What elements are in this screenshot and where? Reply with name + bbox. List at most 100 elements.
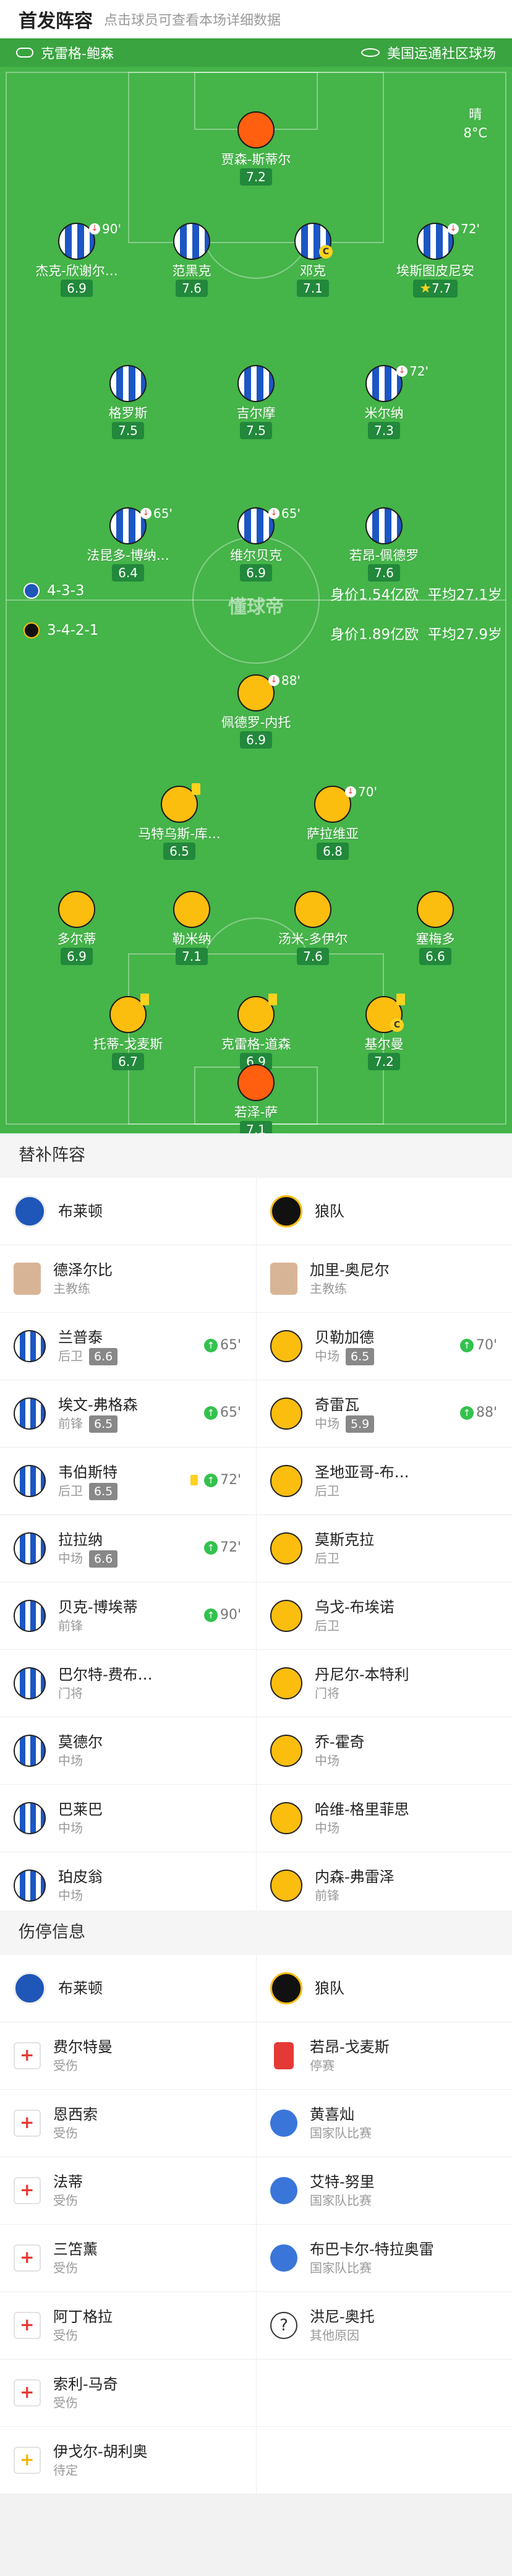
wolves-logo-icon	[270, 1195, 302, 1227]
player-name: 马特乌斯-库…	[138, 826, 221, 841]
player-kit: C	[294, 223, 333, 260]
team-name: 布莱顿	[58, 1980, 103, 1997]
jersey-icon	[14, 1330, 46, 1362]
subs-home-team[interactable]: 布莱顿	[0, 1178, 256, 1245]
player-away[interactable]: 若泽-萨 7.1	[188, 1064, 324, 1138]
player-home[interactable]: C 邓克 7.1	[245, 223, 381, 297]
player-away[interactable]: C 基尔曼 7.2	[316, 994, 452, 1070]
player-name: 洪尼-奥托	[310, 2308, 375, 2325]
player-away[interactable]: 勒米纳 7.1	[124, 891, 260, 965]
player-away[interactable]: 汤米-多伊尔 7.6	[245, 891, 381, 965]
injured-player[interactable]: 索利-马奇受伤	[0, 2359, 256, 2426]
sub-out-minute: 90'	[102, 221, 121, 236]
injured-player[interactable]: 伊戈尔-胡利奥待定	[0, 2427, 256, 2494]
injured-player[interactable]: 布巴卡尔-特拉奥雷 国家队比赛	[256, 2225, 512, 2291]
sub-player[interactable]: 乔-霍奇 中场	[256, 1717, 512, 1784]
injured-player[interactable]: 阿丁格拉受伤	[0, 2292, 256, 2359]
injuries-home-team[interactable]: 布莱顿	[0, 1955, 256, 2022]
jersey-icon	[237, 365, 275, 402]
sub-row: 埃文-弗格森 前锋 6.5 ↑ 65' 奇雷瓦 中场 5.9 ↑ 88'	[0, 1380, 512, 1448]
player-away[interactable]: ↓ 88' 佩德罗-内托 6.9	[188, 673, 324, 749]
mvp-star-icon: ★	[419, 281, 432, 296]
jersey-icon	[270, 1735, 302, 1767]
sub-player[interactable]: 拉拉纳 中场 6.6 ↑ 72'	[0, 1515, 256, 1582]
sub-player[interactable]: 贝克-博埃蒂 前锋 ↑ 90'	[0, 1582, 256, 1649]
sub-player[interactable]: 莫斯克拉 后卫	[256, 1515, 512, 1582]
sub-player[interactable]: 乌戈-布埃诺 后卫	[256, 1582, 512, 1649]
player-home[interactable]: ↓ 72' 米尔纳 7.3	[316, 364, 452, 439]
home-coach[interactable]: 德泽尔比 主教练	[0, 1245, 256, 1312]
sub-player[interactable]: 莫德尔 中场	[0, 1717, 256, 1784]
injured-player[interactable]: ? 洪尼-奥托 其他原因	[256, 2292, 512, 2359]
player-name: 韦伯斯特	[58, 1463, 117, 1481]
player-home[interactable]: ↓ 65' 维尔贝克 6.9	[188, 506, 324, 582]
sub-out-marker: ↓ 65'	[140, 506, 173, 521]
player-away[interactable]: 托蒂-戈麦斯 6.7	[60, 994, 196, 1070]
player-name: 布巴卡尔-特拉奥雷	[310, 2241, 434, 2258]
player-kit	[161, 783, 200, 823]
subs-away-team[interactable]: 狼队	[256, 1178, 512, 1245]
player-away[interactable]: 克雷格-道森 6.9	[188, 994, 324, 1070]
player-home[interactable]: 若昂-佩德罗 7.6	[316, 507, 452, 582]
sub-out-marker: ↓ 72'	[448, 221, 480, 236]
player-rating: 6.9	[246, 732, 266, 747]
player-kit	[294, 891, 331, 928]
sub-in-icon: ↑	[203, 1540, 218, 1555]
medical-icon	[14, 2312, 41, 2339]
away-coach[interactable]: 加里-奥尼尔 主教练	[256, 1245, 512, 1312]
medical-icon	[14, 2177, 41, 2204]
injured-player[interactable]: 黄喜灿 国家队比赛	[256, 2090, 512, 2157]
sub-player[interactable]: 巴尔特-费布… 门将	[0, 1650, 256, 1717]
sub-player[interactable]: 丹尼尔-本特利 门将	[256, 1650, 512, 1717]
sub-row: 莫德尔 中场 乔-霍奇 中场	[0, 1717, 512, 1785]
sub-in-minute: 72'	[220, 1540, 241, 1555]
sub-player[interactable]: 哈维-格里菲思 中场	[256, 1785, 512, 1852]
sub-player[interactable]: 贝勒加德 中场 6.5 ↑ 70'	[256, 1313, 512, 1380]
player-rating: 7.5	[118, 423, 138, 438]
player-home[interactable]: ↓ 72' 埃斯图皮尼安 ★7.7	[367, 221, 503, 298]
injured-player[interactable]: 三笘薰受伤	[0, 2225, 256, 2291]
absence-reason: 受伤	[53, 2328, 78, 2343]
sub-in-marker: ↑ 72'	[190, 1472, 241, 1488]
player-name: 贝克-博埃蒂	[58, 1599, 138, 1616]
sub-player[interactable]: 巴莱巴 中场	[0, 1785, 256, 1852]
injured-player[interactable]: 法蒂受伤	[0, 2157, 256, 2224]
player-rating: 6.9	[67, 949, 87, 964]
sub-out-minute: 70'	[358, 784, 377, 799]
sub-row: 韦伯斯特 后卫 6.5 ↑ 72' 圣地亚哥-布… 后卫	[0, 1448, 512, 1515]
sub-in-icon: ↑	[203, 1338, 218, 1352]
injured-player[interactable]: 费尔特曼受伤	[0, 2022, 256, 2089]
referee-name: 克雷格-鲍森	[41, 46, 114, 62]
player-away[interactable]: ↓ 70' 萨拉维亚 6.8	[265, 784, 401, 860]
sub-player[interactable]: 埃文-弗格森 前锋 6.5 ↑ 65'	[0, 1380, 256, 1447]
sub-player[interactable]: 兰普泰 后卫 6.6 ↑ 65'	[0, 1313, 256, 1380]
player-name: 伊戈尔-胡利奥	[53, 2443, 148, 2460]
sub-row: 兰普泰 后卫 6.6 ↑ 65' 贝勒加德 中场 6.5 ↑ 70'	[0, 1313, 512, 1380]
venue: 美国运通社区球场	[361, 43, 496, 62]
sub-player[interactable]: 奇雷瓦 中场 5.9 ↑ 88'	[256, 1380, 512, 1447]
sub-in-icon: ↑	[203, 1473, 218, 1487]
injured-player[interactable]: 艾特-努里 国家队比赛	[256, 2157, 512, 2224]
injuries-away-team[interactable]: 狼队	[256, 1955, 512, 2022]
player-home[interactable]: 贾森-斯蒂尔 7.2	[188, 111, 324, 186]
sub-player[interactable]: 珀皮翁 中场	[0, 1852, 256, 1919]
match-info-bar: 克雷格-鲍森 美国运通社区球场	[0, 38, 512, 67]
sub-out-minute: 65'	[281, 506, 301, 521]
sub-player[interactable]: 内森-弗雷泽 前锋	[256, 1852, 512, 1919]
player-name: 塞梅多	[416, 932, 455, 947]
player-home[interactable]: 吉尔摩 7.5	[188, 365, 324, 439]
injured-player[interactable]: 若昂-戈麦斯 停赛	[256, 2022, 512, 2089]
jersey-icon	[270, 1465, 302, 1497]
sub-out-icon: ↓	[448, 223, 459, 234]
player-home[interactable]: 格罗斯 7.5	[60, 365, 196, 439]
player-away[interactable]: 塞梅多 6.6	[367, 891, 503, 965]
sub-in-minute: 65'	[220, 1405, 241, 1420]
player-home[interactable]: 范黑克 7.6	[124, 223, 260, 297]
player-home[interactable]: ↓ 65' 法昆多-博纳… 6.4	[60, 506, 196, 582]
player-kit	[365, 507, 403, 544]
injury-row: 伊戈尔-胡利奥待定	[0, 2427, 512, 2494]
player-away[interactable]: 马特乌斯-库… 6.5	[111, 783, 247, 860]
injured-player[interactable]: 恩西索受伤	[0, 2090, 256, 2157]
sub-player[interactable]: 圣地亚哥-布… 后卫	[256, 1448, 512, 1514]
sub-player[interactable]: 韦伯斯特 后卫 6.5 ↑ 72'	[0, 1448, 256, 1514]
